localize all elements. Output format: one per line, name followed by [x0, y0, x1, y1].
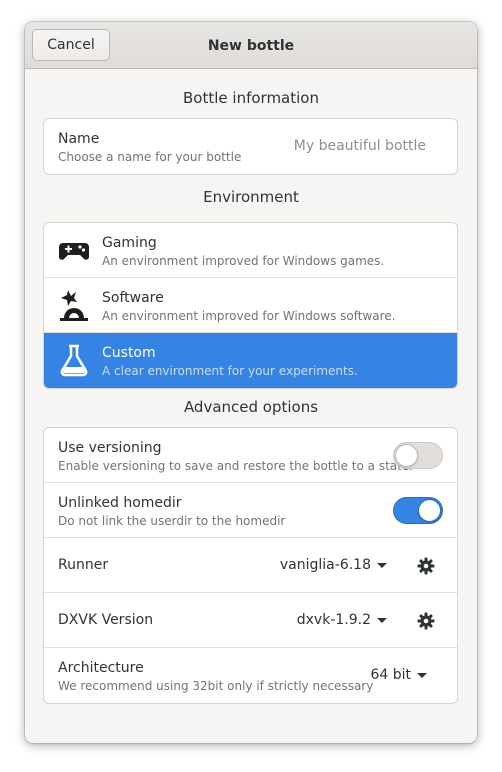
section-title-bottle-information: Bottle information [183, 89, 319, 107]
name-input[interactable]: My beautiful bottle [294, 138, 426, 154]
gear-icon[interactable] [417, 612, 435, 630]
environment-item-label: Custom [102, 345, 156, 361]
homedir-switch[interactable] [393, 497, 443, 524]
dialog-title: New bottle [207, 37, 295, 54]
environment-item-label: Software [102, 290, 164, 306]
architecture-sublabel: We recommend using 32bit only if strictl… [58, 679, 374, 693]
section-title-advanced-options: Advanced options [183, 398, 319, 416]
architecture-row: Architecture We recommend using 32bit on… [44, 648, 457, 703]
versioning-sublabel: Enable versioning to save and restore th… [58, 459, 414, 473]
versioning-label: Use versioning [58, 440, 162, 456]
environment-item-description: A clear environment for your experiments… [102, 364, 358, 378]
chevron-down-icon [377, 617, 387, 623]
dxvk-dropdown[interactable]: dxvk-1.9.2 [297, 612, 387, 628]
architecture-label: Architecture [58, 660, 144, 676]
environment-item-custom[interactable]: Custom A clear environment for your expe… [44, 333, 457, 388]
environment-item-software[interactable]: Software An environment improved for Win… [44, 278, 457, 333]
dxvk-value: dxvk-1.9.2 [296, 612, 371, 628]
environment-item-description: An environment improved for Windows game… [102, 254, 385, 268]
advanced-options-card: Use versioning Enable versioning to save… [43, 427, 458, 704]
versioning-switch[interactable] [393, 442, 443, 469]
flask-icon [60, 344, 88, 377]
homedir-row: Unlinked homedir Do not link the userdir… [44, 483, 457, 538]
homedir-label: Unlinked homedir [58, 495, 182, 511]
environment-item-description: An environment improved for Windows soft… [102, 309, 396, 323]
runner-label: Runner [58, 557, 109, 573]
environment-card: Gaming An environment improved for Windo… [43, 222, 458, 389]
name-row[interactable]: Name Choose a name for your bottle My be… [44, 119, 457, 174]
runner-dropdown[interactable]: vaniglia-6.18 [280, 557, 387, 573]
gamepad-icon [59, 243, 89, 260]
new-bottle-dialog: Cancel New bottle Bottle information Nam… [25, 22, 477, 743]
versioning-row: Use versioning Enable versioning to save… [44, 428, 457, 483]
runner-row: Runner vaniglia-6.18 [44, 538, 457, 593]
architecture-value: 64 bit [370, 667, 411, 683]
dxvk-row: DXVK Version dxvk-1.9.2 [44, 593, 457, 648]
chevron-down-icon [377, 562, 387, 568]
environment-item-gaming[interactable]: Gaming An environment improved for Windo… [44, 223, 457, 278]
section-title-environment: Environment [203, 188, 299, 206]
name-sublabel: Choose a name for your bottle [58, 150, 242, 164]
name-label: Name [58, 131, 100, 147]
wrench-icon [60, 290, 88, 321]
switch-knob [418, 499, 441, 522]
dxvk-label: DXVK Version [58, 612, 154, 628]
homedir-sublabel: Do not link the userdir to the homedir [58, 514, 286, 528]
header-bar: Cancel New bottle [25, 22, 477, 69]
bottle-information-card: Name Choose a name for your bottle My be… [43, 118, 458, 175]
chevron-down-icon [417, 672, 427, 678]
gear-icon[interactable] [417, 557, 435, 575]
switch-knob [395, 444, 418, 467]
architecture-dropdown[interactable]: 64 bit [370, 667, 427, 683]
runner-value: vaniglia-6.18 [279, 557, 371, 573]
environment-item-label: Gaming [102, 235, 157, 251]
